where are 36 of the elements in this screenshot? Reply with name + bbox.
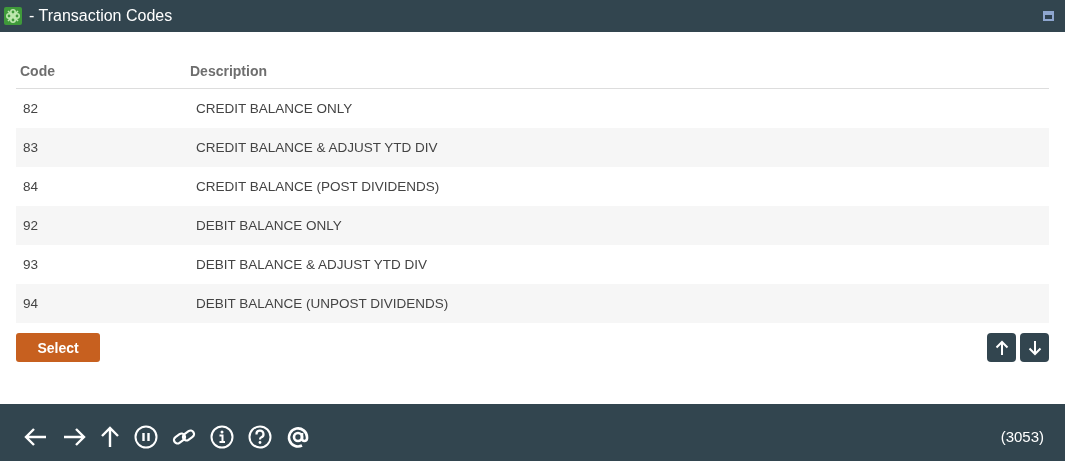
table-cell-text: 92: [22, 218, 40, 233]
table-cell-text: DEBIT BALANCE & ADJUST YTD DIV: [195, 257, 429, 272]
table-cell-text: CREDIT BALANCE ONLY: [195, 101, 354, 116]
window-title: - Transaction Codes: [29, 7, 173, 25]
move-down-button[interactable]: [1020, 333, 1049, 362]
table-row[interactable]: 93 DEBIT BALANCE & ADJUST YTD DIV: [16, 245, 1049, 284]
back-arrow-icon[interactable]: [24, 426, 48, 447]
up-arrow-icon: [994, 339, 1009, 356]
app-logo-icon: [4, 7, 22, 25]
column-header[interactable]: Code: [16, 63, 190, 79]
table-cell-text: DEBIT BALANCE (UNPOST DIVIDENDS): [195, 296, 450, 311]
down-arrow-icon: [1027, 339, 1042, 356]
table-cell-text: 83: [22, 140, 40, 155]
maximize-icon[interactable]: [1043, 11, 1054, 21]
table-cell-text: DEBIT BALANCE ONLY: [195, 218, 343, 233]
pause-icon[interactable]: [134, 424, 158, 449]
table-row[interactable]: 82 CREDIT BALANCE ONLY: [16, 89, 1049, 128]
table-cell-text: CREDIT BALANCE (POST DIVIDENDS): [195, 179, 441, 194]
table-cell-text: CREDIT BALANCE & ADJUST YTD DIV: [195, 140, 439, 155]
table-row[interactable]: 94 DEBIT BALANCE (UNPOST DIVIDENDS): [16, 284, 1049, 323]
table-cell-text: 94: [22, 296, 40, 311]
select-button[interactable]: Select: [16, 333, 100, 362]
table-row[interactable]: 84 CREDIT BALANCE (POST DIVIDENDS): [16, 167, 1049, 206]
table-cell-text: 82: [22, 101, 40, 116]
move-up-button[interactable]: [987, 333, 1016, 362]
table-cell-text: 93: [22, 257, 40, 272]
table-row[interactable]: 83 CREDIT BALANCE & ADJUST YTD DIV: [16, 128, 1049, 167]
help-icon[interactable]: [248, 424, 272, 449]
column-header[interactable]: Description: [190, 63, 1049, 79]
email-at-icon[interactable]: [286, 424, 310, 449]
table-row[interactable]: 92 DEBIT BALANCE ONLY: [16, 206, 1049, 245]
info-icon[interactable]: [210, 424, 234, 449]
table-cell-text: 84: [22, 179, 40, 194]
forward-arrow-icon[interactable]: [62, 426, 86, 447]
up-arrow-icon[interactable]: [100, 425, 120, 448]
record-count: (3053): [1000, 428, 1044, 445]
